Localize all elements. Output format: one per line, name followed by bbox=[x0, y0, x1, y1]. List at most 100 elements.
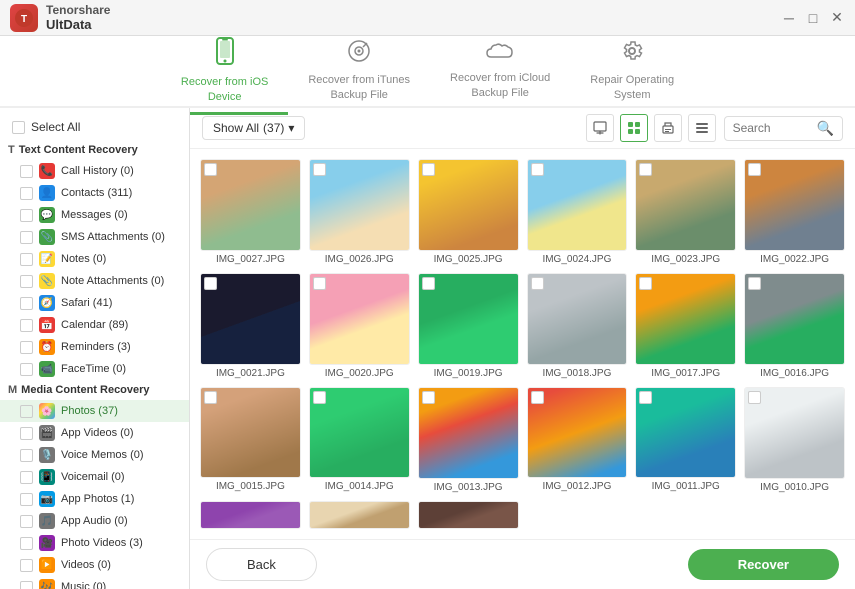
photo-item-10[interactable]: IMG_0010.JPG bbox=[744, 387, 845, 493]
photo-item-21[interactable]: IMG_0021.JPG bbox=[200, 273, 301, 379]
photo-cb-11[interactable] bbox=[639, 391, 652, 404]
app-audio-cb[interactable] bbox=[20, 515, 33, 528]
photo-item-13[interactable]: IMG_0013.JPG bbox=[418, 387, 519, 493]
maximize-button[interactable]: □ bbox=[805, 10, 821, 26]
photo-item-partial-3[interactable] bbox=[418, 501, 519, 529]
photo-cb-25[interactable] bbox=[422, 163, 435, 176]
sidebar-item-app-videos[interactable]: 🎬 App Videos (0) bbox=[0, 422, 189, 444]
photo-item-17[interactable]: IMG_0017.JPG bbox=[635, 273, 736, 379]
photo-cb-22[interactable] bbox=[748, 163, 761, 176]
photo-item-19[interactable]: IMG_0019.JPG bbox=[418, 273, 519, 379]
sms-attach-cb[interactable] bbox=[20, 231, 33, 244]
nav-repair[interactable]: Repair OperatingSystem bbox=[570, 31, 694, 113]
photo-cb-16[interactable] bbox=[748, 277, 761, 290]
calendar-cb[interactable] bbox=[20, 319, 33, 332]
photo-cb-24[interactable] bbox=[531, 163, 544, 176]
photo-cb-27[interactable] bbox=[204, 163, 217, 176]
photo-cb-14[interactable] bbox=[313, 391, 326, 404]
photo-name-27: IMG_0027.JPG bbox=[216, 254, 285, 265]
videos-cb[interactable] bbox=[20, 559, 33, 572]
photo-cb-10[interactable] bbox=[748, 391, 761, 404]
photo-cb-15[interactable] bbox=[204, 391, 217, 404]
photo-cb-20[interactable] bbox=[313, 277, 326, 290]
safari-cb[interactable] bbox=[20, 297, 33, 310]
print-icon[interactable] bbox=[654, 114, 682, 142]
photo-item-23[interactable]: IMG_0023.JPG bbox=[635, 159, 736, 265]
photo-item-27[interactable]: IMG_0027.JPG bbox=[200, 159, 301, 265]
photos-cb[interactable] bbox=[20, 405, 33, 418]
select-all-cb[interactable] bbox=[12, 121, 25, 134]
photo-item-15[interactable]: IMG_0015.JPG bbox=[200, 387, 301, 493]
sidebar-item-call-history[interactable]: 📞 Call History (0) bbox=[0, 160, 189, 182]
photo-item-24[interactable]: IMG_0024.JPG bbox=[527, 159, 628, 265]
photo-item-20[interactable]: IMG_0020.JPG bbox=[309, 273, 410, 379]
sidebar-item-voice-memos[interactable]: 🎙️ Voice Memos (0) bbox=[0, 444, 189, 466]
voice-memos-cb[interactable] bbox=[20, 449, 33, 462]
photo-item-14[interactable]: IMG_0014.JPG bbox=[309, 387, 410, 493]
sidebar-item-videos[interactable]: ▶️ Videos (0) bbox=[0, 554, 189, 576]
photo-cb-21[interactable] bbox=[204, 277, 217, 290]
photo-item-26[interactable]: IMG_0026.JPG bbox=[309, 159, 410, 265]
sidebar-item-photos[interactable]: 🌸 Photos (37) bbox=[0, 400, 189, 422]
recover-button[interactable]: Recover bbox=[688, 549, 839, 580]
sidebar-item-music[interactable]: 🎶 Music (0) bbox=[0, 576, 189, 589]
sidebar-item-reminders[interactable]: ⏰ Reminders (3) bbox=[0, 336, 189, 358]
photo-cb-23[interactable] bbox=[639, 163, 652, 176]
sidebar-item-sms-attachments[interactable]: 📎 SMS Attachments (0) bbox=[0, 226, 189, 248]
photo-cb-12[interactable] bbox=[531, 391, 544, 404]
back-button[interactable]: Back bbox=[206, 548, 317, 581]
sidebar-item-voicemail[interactable]: 📳 Voicemail (0) bbox=[0, 466, 189, 488]
music-cb[interactable] bbox=[20, 581, 33, 589]
nav-itunes[interactable]: Recover from iTunesBackup File bbox=[288, 31, 430, 113]
notes-cb[interactable] bbox=[20, 253, 33, 266]
nav-icloud[interactable]: Recover from iCloudBackup File bbox=[430, 33, 570, 111]
sidebar-item-contacts[interactable]: 👤 Contacts (311) bbox=[0, 182, 189, 204]
show-all-button[interactable]: Show All (37) ▾ bbox=[202, 116, 305, 140]
note-attach-cb[interactable] bbox=[20, 275, 33, 288]
app-name-group: Tenorshare UltData bbox=[46, 3, 110, 32]
section-media-recovery[interactable]: M Media Content Recovery bbox=[0, 380, 189, 400]
photo-cb-19[interactable] bbox=[422, 277, 435, 290]
sidebar-item-calendar[interactable]: 📅 Calendar (89) bbox=[0, 314, 189, 336]
section-text-recovery[interactable]: T Text Content Recovery bbox=[0, 140, 189, 160]
sidebar-item-messages[interactable]: 💬 Messages (0) bbox=[0, 204, 189, 226]
select-all-checkbox[interactable]: Select All bbox=[0, 116, 189, 140]
close-button[interactable]: ✕ bbox=[829, 10, 845, 26]
photo-videos-cb[interactable] bbox=[20, 537, 33, 550]
search-input[interactable] bbox=[733, 121, 813, 135]
sidebar-item-facetime[interactable]: 📹 FaceTime (0) bbox=[0, 358, 189, 380]
sidebar-item-note-attachments[interactable]: 📎 Note Attachments (0) bbox=[0, 270, 189, 292]
contacts-cb[interactable] bbox=[20, 187, 33, 200]
app-photos-cb[interactable] bbox=[20, 493, 33, 506]
grid-view-icon[interactable] bbox=[620, 114, 648, 142]
photo-cb-18[interactable] bbox=[531, 277, 544, 290]
photo-item-11[interactable]: IMG_0011.JPG bbox=[635, 387, 736, 493]
list-view-icon[interactable] bbox=[688, 114, 716, 142]
nav-ios-device[interactable]: Recover from iOSDevice bbox=[161, 29, 288, 115]
photo-item-18[interactable]: IMG_0018.JPG bbox=[527, 273, 628, 379]
photo-item-16[interactable]: IMG_0016.JPG bbox=[744, 273, 845, 379]
sidebar-item-safari[interactable]: 🧭 Safari (41) bbox=[0, 292, 189, 314]
voicemail-cb[interactable] bbox=[20, 471, 33, 484]
search-box[interactable]: 🔍 bbox=[724, 116, 843, 141]
app-videos-cb[interactable] bbox=[20, 427, 33, 440]
photo-item-22[interactable]: IMG_0022.JPG bbox=[744, 159, 845, 265]
call-history-cb[interactable] bbox=[20, 165, 33, 178]
messages-cb[interactable] bbox=[20, 209, 33, 222]
photo-cb-17[interactable] bbox=[639, 277, 652, 290]
facetime-cb[interactable] bbox=[20, 363, 33, 376]
sidebar-item-photo-videos[interactable]: 🎥 Photo Videos (3) bbox=[0, 532, 189, 554]
minimize-button[interactable]: ─ bbox=[781, 10, 797, 26]
sidebar-item-notes[interactable]: 📝 Notes (0) bbox=[0, 248, 189, 270]
sidebar-item-app-audio[interactable]: 🎵 App Audio (0) bbox=[0, 510, 189, 532]
photo-cb-26[interactable] bbox=[313, 163, 326, 176]
photo-item-partial-1[interactable] bbox=[200, 501, 301, 529]
photo-cb-13[interactable] bbox=[422, 391, 435, 404]
sidebar-item-app-photos[interactable]: 📷 App Photos (1) bbox=[0, 488, 189, 510]
photo-item-12[interactable]: IMG_0012.JPG bbox=[527, 387, 628, 493]
reminders-cb[interactable] bbox=[20, 341, 33, 354]
export-icon[interactable] bbox=[586, 114, 614, 142]
photo-item-25[interactable]: IMG_0025.JPG bbox=[418, 159, 519, 265]
photo-item-partial-2[interactable] bbox=[309, 501, 410, 529]
window-controls[interactable]: ─ □ ✕ bbox=[781, 10, 845, 26]
